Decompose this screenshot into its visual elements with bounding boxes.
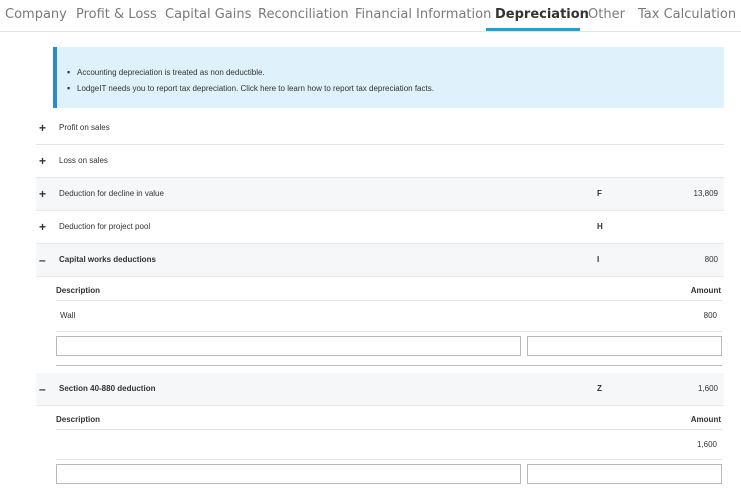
- row-project-pool: + Deduction for project pool H: [36, 211, 724, 244]
- tab-other[interactable]: Other: [588, 7, 625, 22]
- row-capital-works: – Capital works deductions I 800: [36, 244, 724, 277]
- info-box: Accounting depreciation is treated as no…: [53, 47, 724, 108]
- row-code: I: [597, 255, 600, 264]
- row-label: Loss on sales: [59, 156, 108, 165]
- collapse-toggle-icon[interactable]: –: [39, 253, 46, 267]
- capital-works-amount-header: Amount: [690, 286, 721, 295]
- expand-toggle-icon[interactable]: +: [39, 187, 46, 201]
- row-label: Profit on sales: [59, 123, 110, 132]
- section-40-880-new-description-input[interactable]: [56, 464, 521, 484]
- info-bullet-nondeductible: Accounting depreciation is treated as no…: [67, 67, 265, 77]
- active-tab-indicator: [486, 28, 580, 31]
- capital-works-new-amount-input[interactable]: [527, 336, 722, 356]
- expand-toggle-icon[interactable]: +: [39, 220, 46, 234]
- divider: [56, 459, 722, 460]
- tab-bar: Company Profit & Loss Capital Gains Reco…: [0, 0, 741, 32]
- capital-works-new-description-input[interactable]: [56, 336, 521, 356]
- row-label: Capital works deductions: [59, 255, 156, 264]
- expand-toggle-icon[interactable]: +: [39, 154, 46, 168]
- tab-financial-information[interactable]: Financial Information: [355, 7, 491, 22]
- row-profit-on-sales: + Profit on sales: [36, 112, 724, 145]
- row-code: H: [597, 222, 603, 231]
- section-40-880-description-header: Description: [56, 415, 101, 424]
- tab-capital-gains[interactable]: Capital Gains: [165, 7, 251, 22]
- divider: [56, 300, 722, 301]
- divider: [56, 429, 722, 430]
- expand-toggle-icon[interactable]: +: [39, 121, 46, 135]
- capital-works-item-description: Wall: [60, 311, 76, 320]
- tab-profit-and-loss[interactable]: Profit & Loss: [76, 7, 157, 22]
- tab-depreciation[interactable]: Depreciation: [495, 7, 589, 22]
- row-section-40-880: – Section 40-880 deduction Z 1,600: [36, 373, 724, 406]
- section-40-880-total: 1,600: [696, 440, 717, 449]
- tab-reconciliation[interactable]: Reconciliation: [258, 7, 349, 22]
- row-code: Z: [597, 384, 602, 393]
- capital-works-description-header: Description: [56, 286, 101, 295]
- capital-works-item-amount: 800: [703, 311, 717, 320]
- info-bullet-report-link[interactable]: LodgeIT needs you to report tax deprecia…: [67, 83, 434, 93]
- row-amount: 13,809: [693, 189, 718, 198]
- row-amount: 1,600: [697, 384, 718, 393]
- row-amount: 800: [704, 255, 718, 264]
- tab-company[interactable]: Company: [5, 7, 67, 22]
- row-code: F: [597, 189, 602, 198]
- row-label: Deduction for project pool: [59, 222, 151, 231]
- row-decline-in-value: + Deduction for decline in value F 13,80…: [36, 178, 724, 211]
- collapse-toggle-icon[interactable]: –: [39, 382, 46, 396]
- section-divider: [56, 365, 722, 366]
- section-40-880-new-amount-input[interactable]: [527, 464, 722, 484]
- divider: [56, 331, 722, 332]
- tab-tax-calculation[interactable]: Tax Calculation: [638, 7, 736, 22]
- row-label: Deduction for decline in value: [59, 189, 164, 198]
- row-label: Section 40-880 deduction: [59, 384, 156, 393]
- section-40-880-amount-header: Amount: [690, 415, 721, 424]
- row-loss-on-sales: + Loss on sales: [36, 145, 724, 178]
